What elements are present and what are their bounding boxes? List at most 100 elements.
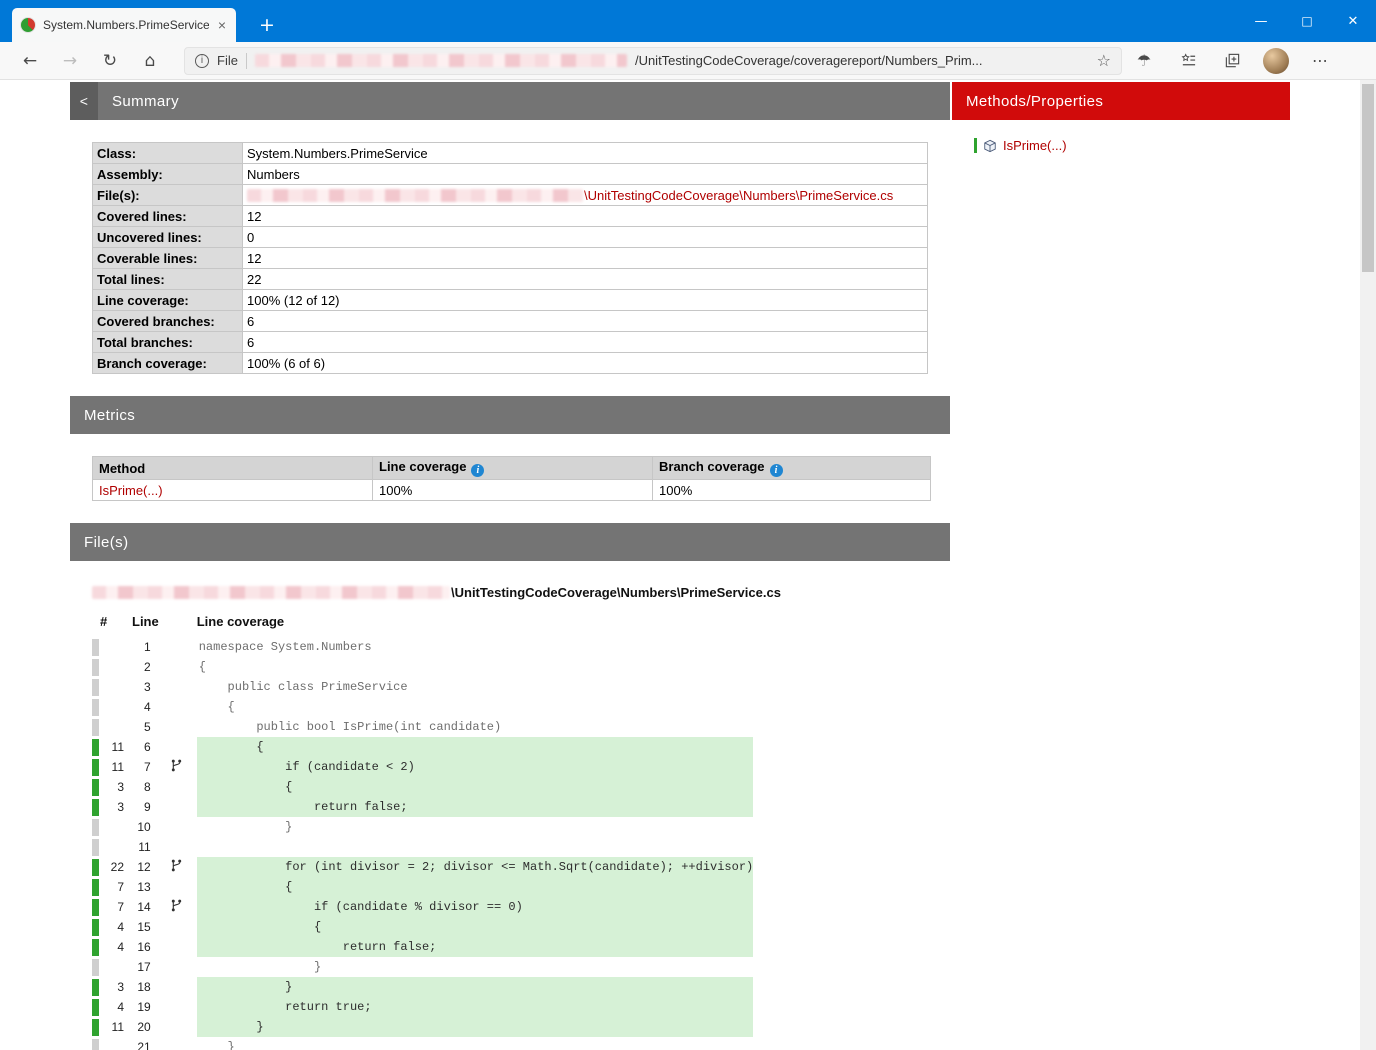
minimize-button[interactable]: — (1238, 0, 1284, 42)
line-coverage-indicator (92, 818, 99, 836)
summary-row: File(s): \UnitTestingCodeCoverage\Number… (92, 184, 928, 206)
browser-titlebar: System.Numbers.PrimeService - × + — □ ✕ (0, 0, 1376, 42)
line-coverage-indicator (92, 918, 99, 936)
summary-row-label: Coverable lines: (92, 247, 243, 269)
hit-count: 3 (117, 780, 124, 794)
summary-row-value: \UnitTestingCodeCoverage\Numbers\PrimeSe… (242, 184, 928, 206)
page-scrollbar[interactable] (1360, 80, 1376, 1050)
summary-row-label: Assembly: (92, 163, 243, 185)
line-coverage-indicator (92, 978, 99, 996)
code-line-row: 17 } (92, 957, 753, 977)
line-coverage-indicator (92, 718, 99, 736)
summary-row-label: File(s): (92, 184, 243, 206)
tab-title: System.Numbers.PrimeService - (43, 18, 209, 32)
summary-row-value: 0 (242, 226, 928, 248)
close-button[interactable]: ✕ (1330, 0, 1376, 42)
line-column-header: Line (132, 614, 159, 629)
favorite-star-icon[interactable]: ☆ (1097, 51, 1111, 70)
home-button[interactable]: ⌂ (130, 44, 170, 78)
metrics-col-line-coverage: Line coverage i (372, 456, 653, 480)
metrics-col-method: Method (92, 456, 373, 480)
sidebar-method-item[interactable]: IsPrime(...) (974, 138, 1290, 153)
methods-sidebar: Methods/Properties IsPrime(...) (952, 82, 1290, 153)
code-text: { (196, 737, 754, 757)
hit-count (102, 1037, 128, 1050)
code-text: { (198, 660, 206, 674)
favorites-bar-icon[interactable] (1166, 44, 1210, 78)
hit-count: 7 (117, 880, 124, 894)
file-path-heading: \UnitTestingCodeCoverage\Numbers\PrimeSe… (92, 585, 950, 600)
summary-row: Total branches: 6 (92, 331, 928, 353)
code-text: namespace System.Numbers (198, 640, 372, 654)
line-number: 8 (144, 780, 151, 794)
summary-row: Branch coverage: 100% (6 of 6) (92, 352, 928, 374)
refresh-button[interactable]: ↻ (90, 44, 130, 78)
profile-avatar[interactable] (1263, 47, 1289, 74)
line-number: 13 (137, 880, 151, 894)
hit-count (102, 697, 128, 717)
code-text: if (candidate < 2) (196, 757, 754, 777)
summary-row-label: Total lines: (92, 268, 243, 290)
summary-row: Covered lines: 12 (92, 205, 928, 227)
sidebar-method-link[interactable]: IsPrime(...) (1003, 138, 1067, 153)
line-number: 4 (144, 700, 151, 714)
settings-menu-icon[interactable]: ⋯ (1298, 44, 1342, 78)
files-section-header: File(s) (70, 523, 950, 561)
summary-row: Uncovered lines: 0 (92, 226, 928, 248)
code-line-row: 11 20 } (92, 1017, 754, 1037)
code-text: } (196, 1017, 754, 1037)
hit-count: 22 (110, 860, 124, 874)
line-coverage-indicator (92, 678, 99, 696)
address-bar[interactable]: i File /UnitTestingCodeCoverage/coverage… (184, 46, 1122, 75)
url-text: /UnitTestingCodeCoverage/coveragereport/… (634, 53, 983, 68)
methods-section-header: Methods/Properties (952, 82, 1290, 120)
method-link[interactable]: IsPrime(...) (99, 483, 163, 498)
branch-coverage-info-icon[interactable]: i (769, 464, 783, 477)
redacted-path-segment (247, 188, 583, 202)
line-number: 17 (137, 960, 151, 974)
tab-close-icon[interactable]: × (216, 17, 228, 33)
summary-row-label: Total branches: (92, 331, 243, 353)
source-file-link[interactable]: \UnitTestingCodeCoverage\Numbers\PrimeSe… (584, 188, 893, 203)
code-line-row: 7 14 if (candidate % divisor == 0) (92, 897, 754, 917)
branch-icon (171, 859, 182, 872)
line-number: 20 (137, 1020, 151, 1034)
line-number: 14 (137, 900, 151, 914)
code-line-row: 21 } (92, 1037, 753, 1050)
method-coverage-indicator (974, 138, 977, 153)
line-coverage-indicator (92, 638, 99, 656)
code-table-header-row: # Line Line coverage (92, 614, 753, 637)
line-number: 19 (137, 1000, 151, 1014)
collections-icon[interactable] (1210, 44, 1254, 78)
new-tab-button[interactable]: + (252, 8, 282, 42)
summary-row: Class: System.Numbers.PrimeService (92, 142, 928, 164)
page-info-icon[interactable]: i (195, 53, 209, 68)
scrollbar-thumb[interactable] (1362, 84, 1374, 272)
code-line-row: 3 public class PrimeService (92, 677, 753, 697)
branch-icon (171, 759, 182, 772)
code-line-row: 3 9 return false; (92, 797, 754, 817)
code-line-row: 4 19 return true; (92, 997, 754, 1017)
line-number: 5 (144, 720, 151, 734)
metrics-section-header: Metrics (70, 396, 950, 434)
extension-umbrella-icon[interactable]: ☂ (1122, 44, 1166, 78)
methods-title: Methods/Properties (966, 92, 1104, 110)
hit-count: 3 (117, 980, 124, 994)
metrics-title: Metrics (84, 406, 136, 424)
window-controls: — □ ✕ (1238, 0, 1376, 42)
methods-list: IsPrime(...) (952, 138, 1290, 153)
code-line-row: 11 7 if (candidate < 2) (92, 757, 754, 777)
hit-count (102, 637, 128, 657)
code-text: } (196, 977, 754, 997)
code-text: { (196, 877, 754, 897)
browser-tab[interactable]: System.Numbers.PrimeService - × (12, 8, 236, 42)
metrics-branch-value: 100% (652, 479, 931, 501)
back-to-summary-button[interactable]: < (70, 82, 98, 120)
forward-button[interactable]: → (50, 44, 90, 78)
maximize-button[interactable]: □ (1284, 0, 1330, 42)
line-coverage-info-icon[interactable]: i (471, 464, 485, 477)
code-line-row: 3 18 } (92, 977, 754, 997)
line-coverage-indicator (92, 938, 99, 956)
back-button[interactable]: ← (10, 44, 50, 78)
summary-row-value: System.Numbers.PrimeService (242, 142, 928, 164)
